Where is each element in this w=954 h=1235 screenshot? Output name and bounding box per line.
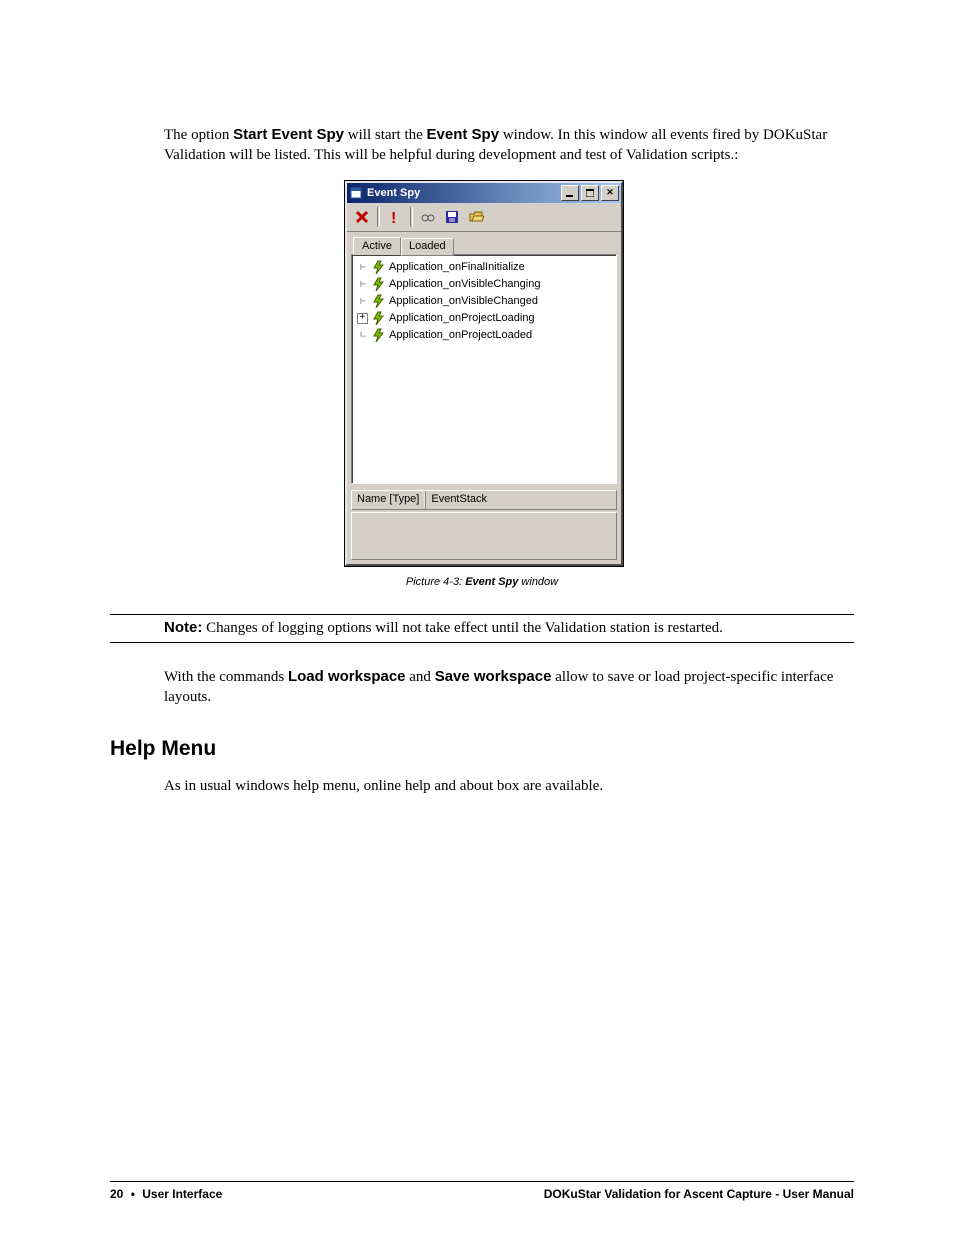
caption-bold: Event Spy <box>465 576 518 588</box>
tree-item-label: Application_onProjectLoaded <box>389 329 532 341</box>
footer-section: User Interface <box>142 1187 222 1201</box>
tree-item[interactable]: ⊢ Application_onFinalInitialize <box>354 259 614 276</box>
minimize-button[interactable] <box>561 185 579 201</box>
window-title: Event Spy <box>367 187 559 199</box>
detail-value: EventStack <box>425 491 616 509</box>
event-spy-window: Event Spy ✕ ! Active Loaded ⊢ <box>345 181 623 566</box>
tree-branch-icon: ⊢ <box>354 296 372 307</box>
note-text: Changes of logging options will not take… <box>202 620 723 636</box>
tree-item[interactable]: ⊢ Application_onVisibleChanging <box>354 276 614 293</box>
close-button[interactable]: ✕ <box>601 185 619 201</box>
tree-item-label: Application_onFinalInitialize <box>389 261 525 273</box>
tree-item[interactable]: + Application_onProjectLoading <box>354 310 614 327</box>
tree-item[interactable]: ∟ Application_onProjectLoaded <box>354 327 614 344</box>
lightning-icon <box>372 294 386 308</box>
page-footer: 20 • User Interface DOKuStar Validation … <box>110 1181 854 1201</box>
detail-bar: Name [Type] EventStack <box>351 490 617 510</box>
paragraph-2: With the commands Load workspace and Sav… <box>164 667 854 708</box>
app-icon <box>349 186 363 200</box>
note-label: Note: <box>164 619 202 636</box>
detail-label: Name [Type] <box>352 491 425 509</box>
rule-bottom <box>110 642 854 643</box>
caption-suffix: window <box>518 576 558 588</box>
text: and <box>406 669 435 685</box>
figure-caption: Picture 4-3: Event Spy window <box>345 576 619 588</box>
paragraph-3: As in usual windows help menu, online he… <box>164 776 854 796</box>
tree-branch-icon: ⊢ <box>354 262 372 273</box>
paragraph-1: The option Start Event Spy will start th… <box>164 125 854 166</box>
term-start-event-spy: Start Event Spy <box>233 126 344 143</box>
tree-item[interactable]: ⊢ Application_onVisibleChanged <box>354 293 614 310</box>
svg-text:!: ! <box>391 210 396 225</box>
text: The option <box>164 127 233 143</box>
delete-icon[interactable] <box>351 206 373 228</box>
term-save-workspace: Save workspace <box>435 668 552 685</box>
maximize-button[interactable] <box>581 185 599 201</box>
caption-prefix: Picture 4-3: <box>406 576 465 588</box>
term-event-spy: Event Spy <box>427 126 500 143</box>
tree-branch-icon: ⊢ <box>354 279 372 290</box>
separator <box>410 207 413 227</box>
page-number: 20 <box>110 1187 123 1201</box>
titlebar[interactable]: Event Spy ✕ <box>347 183 621 203</box>
tree-item-label: Application_onVisibleChanging <box>389 278 540 290</box>
heading-help-menu: Help Menu <box>110 737 854 761</box>
text: will start the <box>344 127 427 143</box>
lightning-icon <box>372 328 386 342</box>
text: With the commands <box>164 669 288 685</box>
open-icon[interactable] <box>465 206 487 228</box>
footer-bullet: • <box>127 1187 139 1201</box>
tab-strip: Active Loaded <box>347 232 621 254</box>
event-tree[interactable]: ⊢ Application_onFinalInitialize ⊢ Applic… <box>351 254 617 484</box>
lightning-icon <box>372 260 386 274</box>
tree-item-label: Application_onVisibleChanged <box>389 295 538 307</box>
term-load-workspace: Load workspace <box>288 668 406 685</box>
warning-icon[interactable]: ! <box>384 206 406 228</box>
detail-panel <box>351 512 617 560</box>
note-line: Note: Changes of logging options will no… <box>164 619 854 637</box>
rule-top <box>110 614 854 615</box>
lightning-icon <box>372 277 386 291</box>
footer-left: 20 • User Interface <box>110 1187 222 1201</box>
glasses-icon[interactable] <box>417 206 439 228</box>
lightning-icon <box>372 311 386 325</box>
tree-branch-icon: ∟ <box>354 330 372 341</box>
expand-icon[interactable]: + <box>357 313 368 324</box>
tab-loaded[interactable]: Loaded <box>401 238 454 256</box>
separator <box>377 207 380 227</box>
save-icon[interactable] <box>441 206 463 228</box>
footer-right: DOKuStar Validation for Ascent Capture -… <box>544 1187 854 1201</box>
tab-active[interactable]: Active <box>353 237 401 255</box>
toolbar: ! <box>347 203 621 232</box>
tree-item-label: Application_onProjectLoading <box>389 312 535 324</box>
